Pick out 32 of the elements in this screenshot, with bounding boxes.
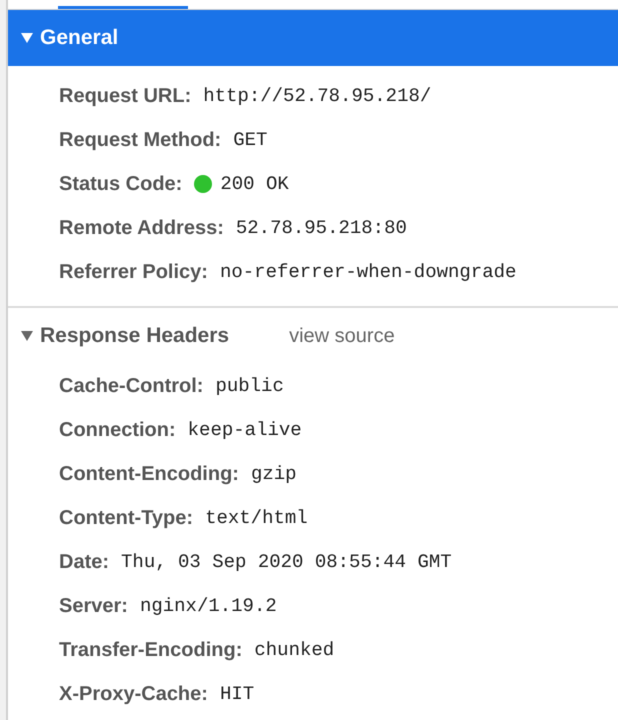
header-name: Transfer-Encoding: [59,638,242,663]
header-name: Content-Type: [59,506,194,531]
header-name: Date: [59,550,110,575]
header-name: Remote Address: [59,216,224,241]
header-value: 200 OK [220,172,289,197]
header-value: gzip [250,462,297,487]
header-value: nginx/1.19.2 [140,594,277,619]
header-name: Referrer Policy: [59,260,208,285]
header-value: keep-alive [188,418,302,443]
caret-down-icon [20,32,34,44]
header-name: Content-Encoding: [59,462,239,487]
header-name: Status Code: [59,172,182,197]
header-name: Request Method: [59,128,222,153]
section-title: General [40,25,118,52]
header-value: public [215,374,284,399]
section-title: Response Headers [40,323,230,350]
header-value: 52.78.95.218:80 [236,216,407,241]
header-name: Request URL: [59,84,192,109]
header-value: HIT [220,682,254,707]
header-value: GET [233,128,268,153]
header-value: text/html [205,506,308,531]
section-header[interactable]: General [8,10,618,66]
header-name: Server: [59,594,128,619]
header-name: X-Proxy-Cache: [59,682,208,707]
header-name: Connection: [59,418,176,443]
view-source-link[interactable]: view source [289,321,395,351]
header-value: no-referrer-when-downgrade [220,260,516,285]
header-value: chunked [254,638,334,663]
header-value: Thu, 03 Sep 2020 08:55:44 GMT [121,550,452,575]
header-name: Cache-Control: [59,374,204,399]
header-value: http://52.78.95.218/ [203,84,432,109]
caret-down-icon [20,330,34,342]
